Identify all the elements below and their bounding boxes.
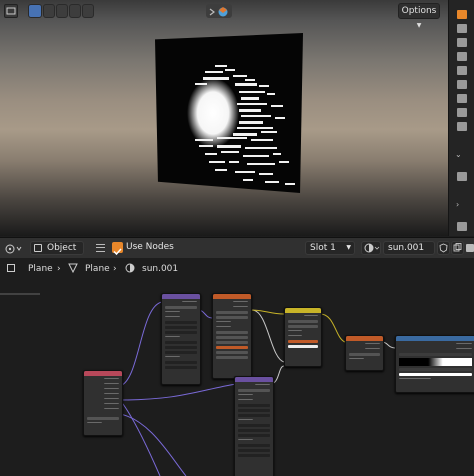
object-type-dropdown[interactable]: Object: [30, 241, 84, 255]
node-header[interactable]: [84, 371, 122, 376]
select-box-tool-button[interactable]: [28, 4, 42, 18]
breadcrumb-item-material[interactable]: sun.001: [142, 264, 178, 274]
chevron-down-icon: ▼: [416, 22, 422, 29]
viewport-header: Options ▼: [0, 0, 448, 29]
material-icon[interactable]: [457, 222, 467, 231]
shield-icon: [439, 243, 448, 253]
gradient-texture-node[interactable]: [345, 335, 384, 371]
material-sphere-icon: [364, 243, 380, 253]
rendered-plane-object[interactable]: [155, 33, 303, 193]
editor-type-icon[interactable]: [4, 4, 18, 18]
noise-texture-node[interactable]: [212, 293, 252, 379]
material-name-label: sun.001: [388, 243, 425, 253]
select-mode-subtract-button[interactable]: [69, 4, 81, 18]
node-editor-canvas[interactable]: [0, 280, 474, 476]
slot-label: Slot 1: [310, 243, 336, 253]
node-editor-header: Object Use Nodes Slot 1 ▼ sun.001: [0, 237, 474, 258]
render-icon[interactable]: [457, 24, 467, 33]
slot-dropdown[interactable]: Slot 1 ▼: [305, 241, 355, 255]
scene-icon[interactable]: [457, 66, 467, 75]
object-data-icon: [7, 264, 15, 272]
node-header[interactable]: [235, 377, 273, 382]
material-browse-button[interactable]: [361, 241, 381, 255]
duplicate-material-button[interactable]: [451, 241, 464, 255]
mapping-node-1[interactable]: [161, 293, 201, 385]
view-layer-icon[interactable]: [457, 52, 467, 61]
editor-type-icon[interactable]: [4, 241, 24, 255]
material-sphere-icon: [125, 263, 135, 273]
node-header[interactable]: [346, 336, 383, 341]
breadcrumb-separator-icon: ›: [113, 264, 117, 274]
breadcrumb-item-object[interactable]: Plane: [28, 264, 53, 274]
node-header[interactable]: [213, 294, 251, 299]
select-mode-invert-button[interactable]: [82, 4, 94, 18]
world-icon[interactable]: [457, 80, 467, 89]
color-ramp-node[interactable]: [395, 335, 474, 393]
pin-icon[interactable]: [466, 244, 474, 252]
properties-icon[interactable]: [457, 172, 467, 181]
options-dropdown[interactable]: Options ▼: [398, 3, 440, 29]
checkmark-icon: [113, 248, 122, 256]
object-mode-label: Object: [47, 243, 77, 253]
node-header[interactable]: [162, 294, 200, 299]
breadcrumb: Plane › Plane › sun.001: [0, 258, 474, 280]
modifier-icon[interactable]: [457, 108, 467, 117]
tool-icon[interactable]: [457, 10, 467, 19]
mix-rgb-node[interactable]: [284, 307, 322, 367]
mesh-icon: [68, 263, 78, 273]
copy-icon: [453, 243, 462, 252]
use-nodes-label: Use Nodes: [126, 242, 174, 252]
object-type-icon: [34, 244, 42, 252]
color-ramp-gradient[interactable]: [399, 358, 472, 366]
fake-user-button[interactable]: [437, 241, 450, 255]
menu-icon[interactable]: [96, 244, 105, 252]
use-nodes-checkbox[interactable]: [112, 242, 123, 256]
viewport-sidebar: ⌄ ›: [448, 0, 474, 236]
object-icon[interactable]: [457, 94, 467, 103]
chevron-down-icon: ▼: [346, 244, 351, 251]
particles-icon[interactable]: [457, 122, 467, 131]
options-label: Options: [401, 6, 437, 16]
select-mode-new-button[interactable]: [43, 4, 55, 18]
sun-texture-render: [187, 65, 295, 185]
texture-coordinate-node[interactable]: [83, 370, 123, 436]
3d-viewport[interactable]: Options ▼: [0, 0, 448, 236]
gizmo-toggle-icon[interactable]: [206, 4, 232, 18]
node-header[interactable]: [285, 308, 321, 313]
breadcrumb-item-mesh[interactable]: Plane: [85, 264, 110, 274]
chevron-right-icon[interactable]: ›: [456, 200, 459, 209]
output-icon[interactable]: [457, 38, 467, 47]
mapping-node-2[interactable]: [234, 376, 274, 476]
breadcrumb-separator-icon: ›: [57, 264, 61, 274]
material-name-field[interactable]: sun.001: [383, 241, 435, 255]
node-header[interactable]: [396, 336, 474, 341]
select-mode-extend-button[interactable]: [56, 4, 68, 18]
chevron-down-icon[interactable]: ⌄: [455, 150, 462, 159]
